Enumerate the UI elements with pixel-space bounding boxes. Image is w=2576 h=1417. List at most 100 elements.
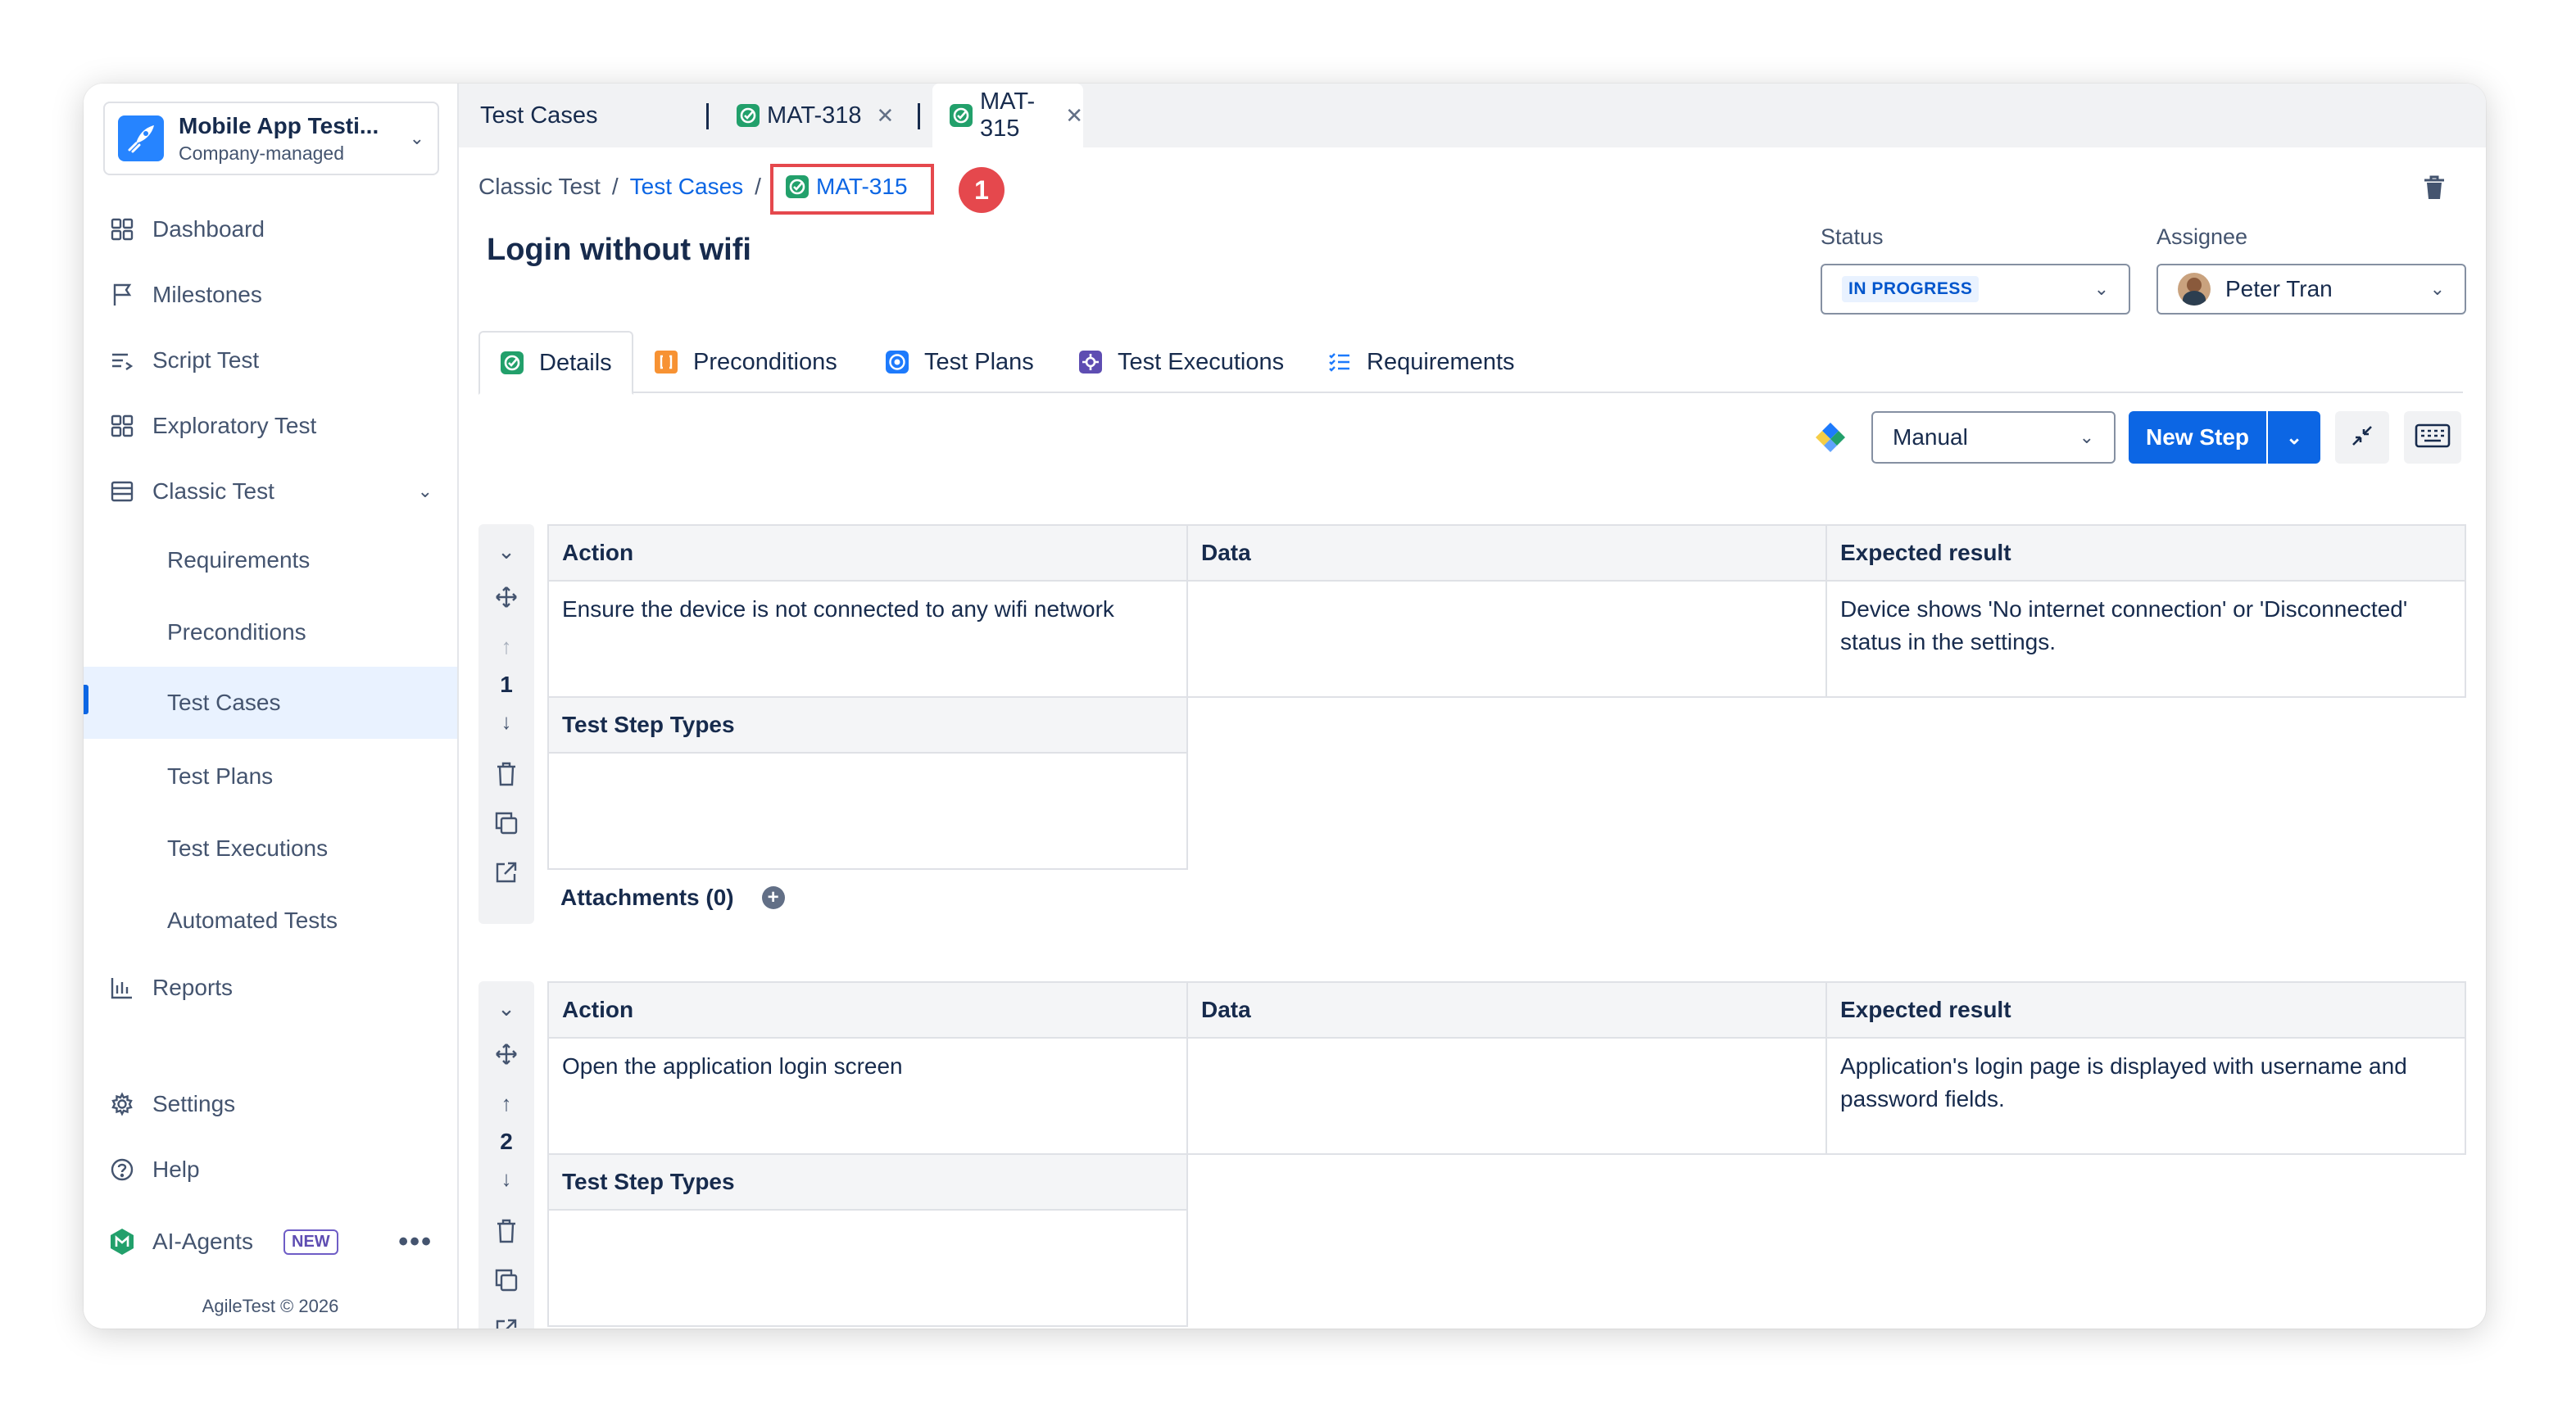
- tab-label: MAT-315: [980, 88, 1036, 142]
- chevron-down-icon: ⌄: [409, 128, 424, 148]
- step-expected[interactable]: Device shows 'No internet connection' or…: [1825, 580, 2466, 698]
- new-step-button[interactable]: New Step: [2129, 411, 2266, 464]
- nav-preconditions[interactable]: Preconditions: [84, 600, 457, 665]
- nav-classic-test[interactable]: Classic Test ⌄: [84, 459, 457, 524]
- nav-script-test[interactable]: Script Test: [84, 328, 457, 393]
- header-data: Data: [1186, 524, 1827, 582]
- close-icon[interactable]: ✕: [1065, 103, 1083, 129]
- tab-mat-315[interactable]: MAT-315 ✕: [932, 84, 1083, 147]
- nav-automated-tests[interactable]: Automated Tests: [84, 888, 457, 953]
- nav-test-executions[interactable]: Test Executions: [84, 816, 457, 881]
- open-external-icon[interactable]: [478, 860, 534, 885]
- tab-requirements[interactable]: Requirements: [1327, 331, 1515, 393]
- tab-label: Test Executions: [1118, 348, 1285, 375]
- open-external-icon[interactable]: [478, 1317, 534, 1329]
- ai-generate-icon[interactable]: [1814, 421, 1847, 458]
- header-action: Action: [547, 981, 1188, 1039]
- keyboard-button[interactable]: [2404, 411, 2461, 464]
- breadcrumb-current[interactable]: MAT-315: [785, 174, 908, 200]
- chevron-down-icon[interactable]: ⌄: [478, 996, 534, 1021]
- execution-icon: [1078, 350, 1103, 374]
- trash-icon[interactable]: [478, 1219, 534, 1243]
- close-icon[interactable]: ✕: [877, 103, 895, 129]
- precondition-icon: [654, 350, 678, 374]
- nav-ai-agents[interactable]: AI-Agents NEW •••: [84, 1209, 457, 1274]
- drag-handle-icon[interactable]: [478, 585, 534, 609]
- tab-label: Requirements: [1367, 348, 1515, 375]
- nav-exploratory-test[interactable]: Exploratory Test: [84, 393, 457, 459]
- step-data[interactable]: [1186, 580, 1827, 698]
- move-up-icon[interactable]: ↑: [478, 634, 534, 659]
- move-down-icon[interactable]: ↓: [478, 1166, 534, 1192]
- nav-test-cases[interactable]: Test Cases: [84, 667, 457, 739]
- nav-label: Dashboard: [152, 216, 265, 242]
- copy-icon[interactable]: [478, 811, 534, 835]
- nav-test-plans[interactable]: Test Plans: [84, 744, 457, 809]
- new-step-dropdown[interactable]: ⌄: [2268, 411, 2320, 464]
- nav-reports[interactable]: Reports: [84, 955, 457, 1021]
- nav-label: Test Cases: [167, 690, 281, 715]
- tab-test-cases[interactable]: Test Cases: [480, 84, 597, 147]
- nav-label: AI-Agents: [152, 1229, 253, 1254]
- nav-help[interactable]: Help: [84, 1137, 457, 1202]
- delete-icon[interactable]: [2420, 174, 2448, 206]
- tab-test-executions[interactable]: Test Executions: [1078, 331, 1284, 393]
- tab-bar: Test Cases MAT-318 ✕ MAT-315 ✕: [459, 84, 2486, 147]
- copy-icon[interactable]: [478, 1268, 534, 1293]
- breadcrumb: Classic Test / Test Cases /: [478, 174, 761, 200]
- nav-settings[interactable]: Settings: [84, 1071, 457, 1137]
- nav-milestones[interactable]: Milestones: [84, 262, 457, 328]
- header-step-types: Test Step Types: [547, 1153, 1188, 1211]
- attachments-label: Attachments (0): [560, 885, 734, 910]
- tab-details[interactable]: Details: [478, 331, 633, 395]
- project-switcher[interactable]: Mobile App Testi... Company-managed ⌄: [103, 102, 439, 175]
- nav-label: Classic Test: [152, 478, 274, 504]
- tab-label: Test Plans: [924, 348, 1034, 375]
- breadcrumb-parent[interactable]: Test Cases: [630, 174, 744, 200]
- nav-requirements[interactable]: Requirements: [84, 527, 457, 593]
- collapse-button[interactable]: [2335, 411, 2389, 464]
- project-name: Mobile App Testi...: [179, 112, 379, 138]
- assignee-select[interactable]: Peter Tran ⌄: [2156, 264, 2466, 315]
- chevron-down-icon[interactable]: ⌄: [478, 539, 534, 564]
- target-icon: [885, 350, 909, 374]
- header-step-types: Test Step Types: [547, 696, 1188, 754]
- step-1-rail: ⌄ ↑ 1 ↓: [478, 524, 534, 924]
- breadcrumb-root[interactable]: Classic Test: [478, 174, 601, 200]
- drag-handle-icon[interactable]: [478, 1042, 534, 1066]
- mode-value: Manual: [1893, 424, 1968, 450]
- step-data[interactable]: [1186, 1037, 1827, 1155]
- tab-label: MAT-318: [767, 102, 862, 129]
- tab-mat-318[interactable]: MAT-318 ✕: [736, 84, 894, 147]
- step-number: 2: [500, 1129, 513, 1154]
- step-action[interactable]: Ensure the device is not connected to an…: [547, 580, 1188, 698]
- more-icon[interactable]: •••: [398, 1226, 433, 1258]
- nav-label: Test Plans: [167, 763, 274, 789]
- grid-icon: [108, 412, 136, 440]
- step-types-cell[interactable]: [547, 752, 1188, 870]
- mode-select[interactable]: Manual ⌄: [1871, 411, 2116, 464]
- tab-divider: [706, 103, 709, 129]
- nav-label: Reports: [152, 975, 234, 1000]
- status-select[interactable]: IN PROGRESS ⌄: [1821, 264, 2130, 315]
- help-icon: [108, 1156, 136, 1184]
- tab-label: Preconditions: [693, 348, 837, 375]
- add-attachment-icon[interactable]: +: [761, 886, 785, 909]
- bar-chart-icon: [108, 974, 136, 1002]
- step-types-cell[interactable]: [547, 1209, 1188, 1327]
- nav-label: Requirements: [167, 547, 311, 573]
- project-type: Company-managed: [179, 142, 345, 164]
- move-down-icon[interactable]: ↓: [478, 709, 534, 735]
- tab-test-plans[interactable]: Test Plans: [885, 331, 1034, 393]
- step-expected[interactable]: Application's login page is displayed wi…: [1825, 1037, 2466, 1155]
- test-case-icon: [785, 174, 810, 199]
- trash-icon[interactable]: [478, 762, 534, 786]
- move-up-icon[interactable]: ↑: [478, 1091, 534, 1116]
- nav-dashboard[interactable]: Dashboard: [84, 197, 457, 262]
- step-action[interactable]: Open the application login screen: [547, 1037, 1188, 1155]
- tab-preconditions[interactable]: Preconditions: [654, 331, 837, 393]
- step-marker: 1: [959, 167, 1005, 213]
- avatar: [2178, 273, 2211, 306]
- tab-label: Test Cases: [480, 102, 598, 129]
- chevron-down-icon: ⌄: [2429, 278, 2445, 299]
